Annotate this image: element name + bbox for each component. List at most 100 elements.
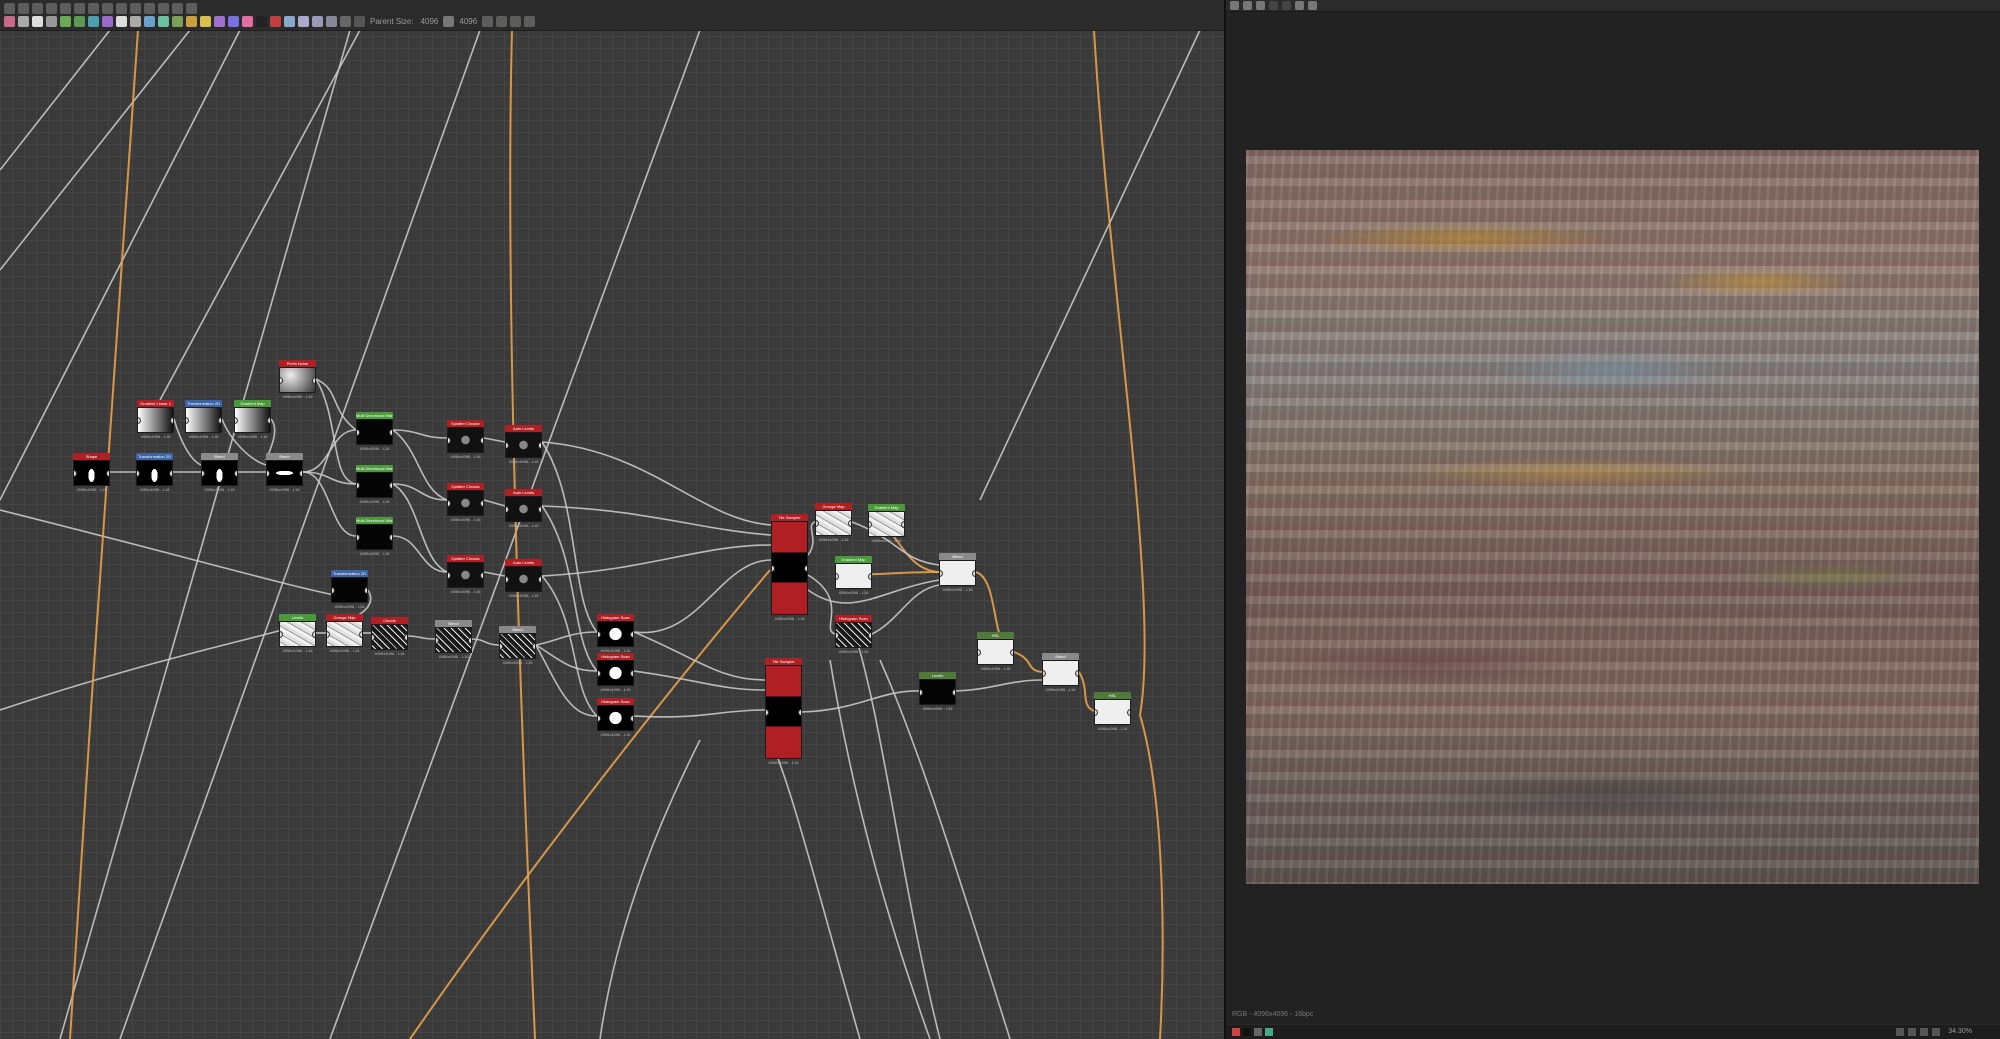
graph-node[interactable]: Histogram Scan 4096x4096 - L16 [597, 614, 634, 653]
output-pin[interactable] [848, 520, 851, 527]
input-pin[interactable] [186, 417, 189, 424]
input-node-icon[interactable] [312, 16, 323, 27]
anchor-icon[interactable] [130, 3, 141, 14]
output-pin[interactable] [868, 573, 871, 580]
input-pin[interactable] [357, 534, 360, 541]
parent-size-select[interactable]: 4096 [421, 17, 439, 26]
function-node-icon[interactable] [298, 16, 309, 27]
input-pin[interactable] [138, 417, 141, 424]
input-pin[interactable] [836, 573, 839, 580]
snap-icon[interactable] [524, 16, 536, 27]
rgb-icon[interactable] [1232, 1028, 1240, 1036]
output-pin[interactable] [359, 631, 362, 638]
zoom-level[interactable]: 34.30% [1948, 1028, 1972, 1035]
graph-node[interactable]: Levels 4096x4096 - L16 [919, 672, 956, 711]
input-pin[interactable] [235, 417, 238, 424]
search-icon[interactable] [74, 3, 85, 14]
alpha-icon[interactable] [1282, 1, 1291, 10]
input-pin[interactable] [372, 634, 375, 641]
output-pin[interactable] [972, 570, 975, 577]
output-pin[interactable] [480, 500, 483, 507]
input-pin[interactable] [766, 709, 769, 716]
graph-node[interactable]: HSL 4096x4096 - L16 [977, 632, 1014, 671]
gray-bg-icon[interactable] [1254, 1028, 1262, 1036]
layout-icon[interactable] [186, 3, 197, 14]
input-pin[interactable] [280, 377, 283, 384]
output-pin[interactable] [532, 643, 535, 650]
input-pin[interactable] [436, 637, 439, 644]
input-pin[interactable] [598, 670, 601, 677]
levels-node-icon[interactable] [60, 16, 71, 27]
output-pin[interactable] [901, 521, 904, 528]
tiling-icon[interactable] [1920, 1028, 1928, 1036]
output-pin[interactable] [480, 437, 483, 444]
graph-node[interactable]: Perlin Noise 4096x4096 - L16 [279, 360, 316, 399]
frame-node-icon[interactable] [340, 16, 351, 27]
graph-node[interactable]: Blend 4096x4096 - L16 [499, 626, 536, 665]
graph-node[interactable]: Multi Directional Warp 4096x4096 - L16 [356, 412, 393, 451]
frame-icon[interactable] [172, 3, 183, 14]
input-pin[interactable] [506, 576, 509, 583]
distribute-icon[interactable] [510, 16, 522, 27]
arrows-icon[interactable] [116, 3, 127, 14]
filter-node-icon[interactable] [200, 16, 211, 27]
output-pin[interactable] [868, 632, 871, 639]
copy-icon[interactable] [1256, 1, 1265, 10]
link-icon[interactable] [60, 3, 71, 14]
uniform-node-icon[interactable] [32, 16, 43, 27]
input-pin[interactable] [598, 631, 601, 638]
graph-node[interactable]: Tile Sampler 4096x4096 - L16 [771, 514, 808, 621]
input-pin[interactable] [357, 429, 360, 436]
refresh-icon[interactable] [144, 3, 155, 14]
output-pin[interactable] [804, 565, 807, 572]
input-pin[interactable] [500, 643, 503, 650]
output-pin[interactable] [538, 442, 541, 449]
pin-icon[interactable] [354, 16, 365, 27]
share-icon[interactable] [102, 3, 113, 14]
graph-node[interactable]: Transformation 2D 4096x4096 - L16 [136, 453, 173, 492]
output-pin[interactable] [630, 631, 633, 638]
pencil-icon[interactable] [158, 3, 169, 14]
input-pin[interactable] [448, 572, 451, 579]
size-select[interactable]: 4096 [459, 17, 477, 26]
graph-node[interactable]: Splatter Circular 4096x4096 - L16 [447, 420, 484, 459]
input-pin[interactable] [448, 437, 451, 444]
mask-node-icon[interactable] [228, 16, 239, 27]
output-pin[interactable] [169, 470, 172, 477]
graph-node[interactable]: Histogram Scan 4096x4096 - L16 [835, 615, 872, 654]
input-pin[interactable] [1043, 670, 1046, 677]
zoom-out-icon[interactable] [1932, 1028, 1940, 1036]
normal-node-icon[interactable] [144, 16, 155, 27]
fit-icon[interactable] [1908, 1028, 1916, 1036]
output-pin[interactable] [218, 417, 221, 424]
input-pin[interactable] [978, 649, 981, 656]
output-pin[interactable] [106, 470, 109, 477]
gradient-node-icon[interactable] [102, 16, 113, 27]
output-pin[interactable] [170, 417, 173, 424]
reset-icon[interactable] [482, 16, 494, 27]
graph-node[interactable]: Transformation 2D 4096x4096 - L16 [185, 400, 222, 439]
graph-node[interactable]: Blend 4096x4096 - L16 [201, 453, 238, 492]
arrow-icon[interactable] [88, 3, 99, 14]
tile-node-icon[interactable] [158, 16, 169, 27]
output-pin[interactable] [1127, 709, 1130, 716]
histogram-icon[interactable] [1308, 1, 1317, 10]
graph-node[interactable]: Tile Sampler 4096x4096 - L16 [765, 658, 802, 765]
pixel-processor-icon[interactable] [270, 16, 281, 27]
output-pin[interactable] [389, 429, 392, 436]
input-pin[interactable] [332, 587, 335, 594]
graph-node[interactable]: Histogram Scan 4096x4096 - L16 [597, 698, 634, 737]
input-pin[interactable] [920, 689, 923, 696]
graph-node[interactable]: Grunge Map 4096x4096 - L16 [326, 614, 363, 653]
output-pin[interactable] [312, 377, 315, 384]
output-pin[interactable] [404, 634, 407, 641]
pattern-node-icon[interactable] [186, 16, 197, 27]
graph-node[interactable]: Splatter Circular 4096x4096 - L16 [447, 555, 484, 594]
black-bg-icon[interactable] [1243, 1028, 1251, 1036]
graph-node[interactable]: Multi Directional Warp 4096x4096 - L16 [356, 465, 393, 504]
save-icon[interactable] [1243, 1, 1252, 10]
graph-node[interactable]: Gradient Map 4096x4096 - L16 [835, 556, 872, 595]
graph-node[interactable]: HSL 4096x4096 - L16 [1094, 692, 1131, 731]
checker-bg-icon[interactable] [1265, 1028, 1273, 1036]
input-pin[interactable] [506, 506, 509, 513]
